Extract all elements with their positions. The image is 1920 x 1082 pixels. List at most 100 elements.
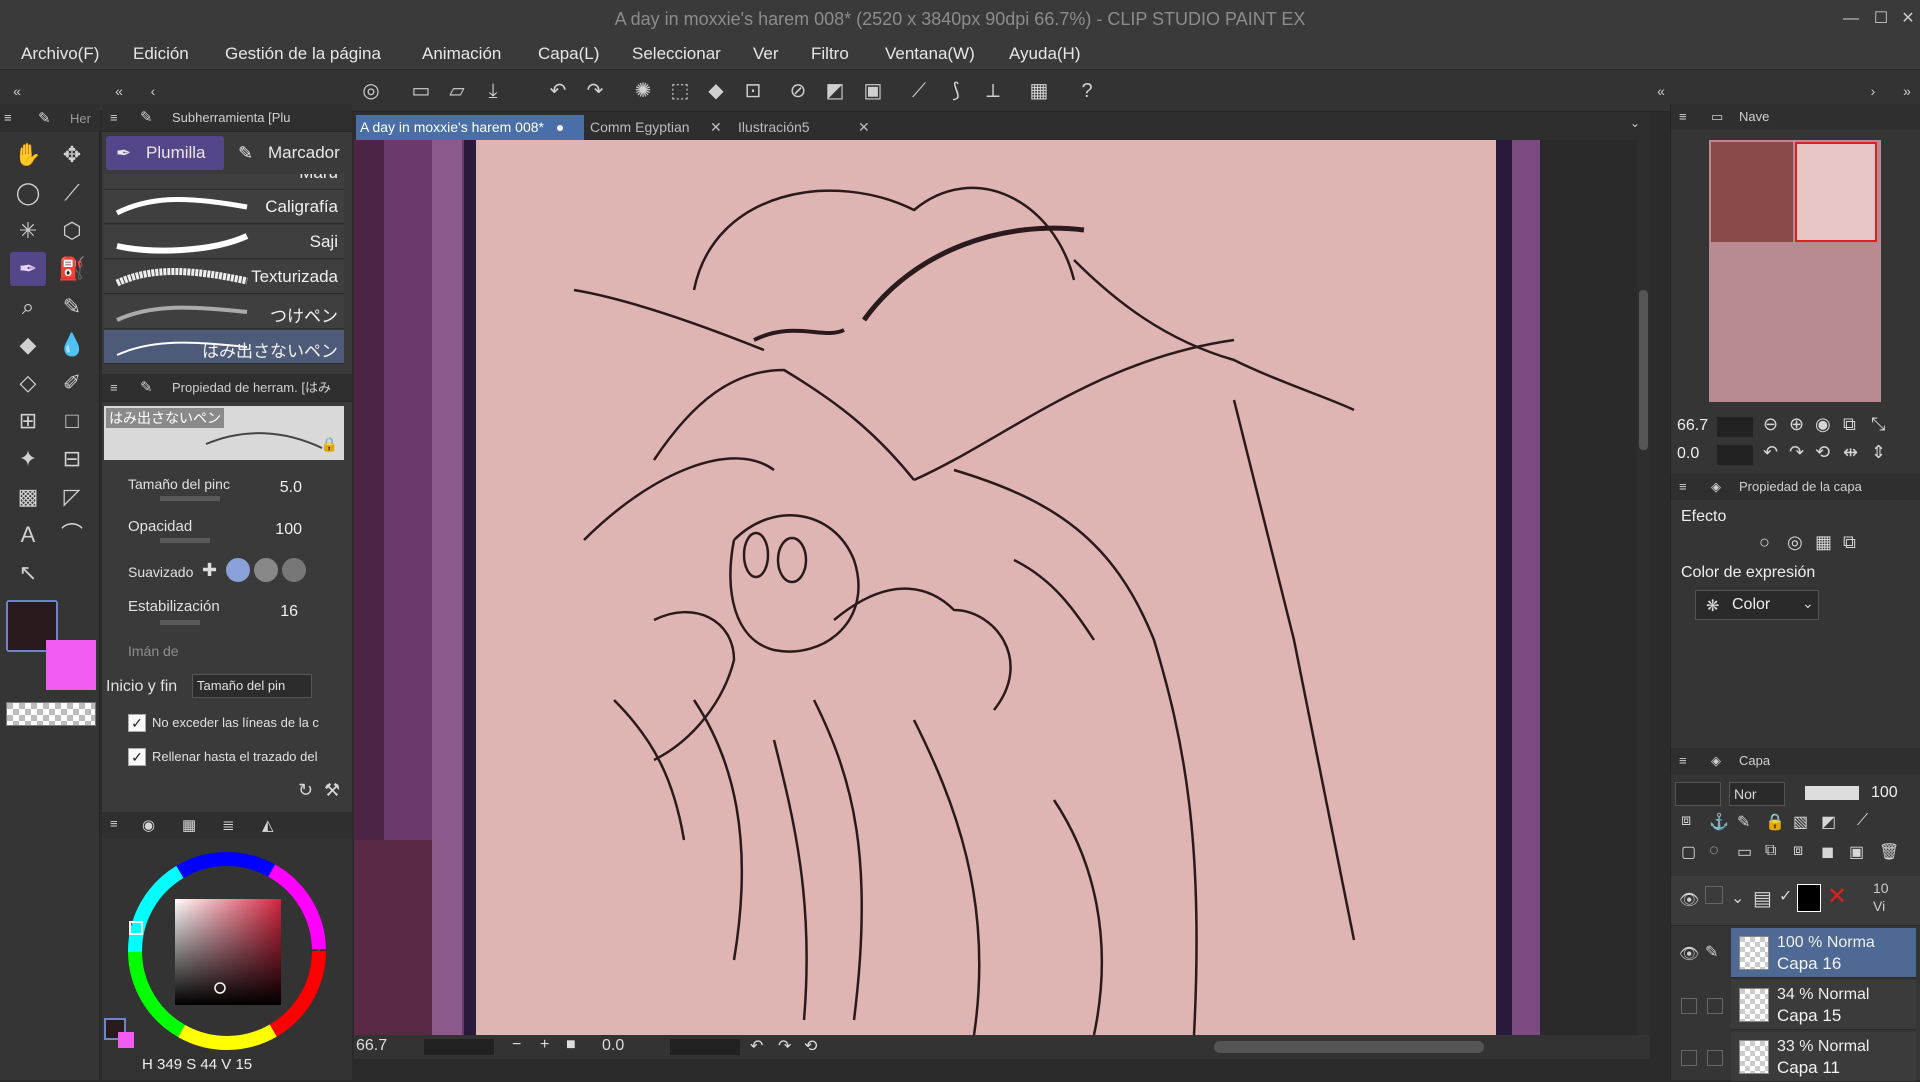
eyedropper-tool-icon[interactable]: ⟋: [54, 176, 90, 210]
clip-layer-icon[interactable]: ⧈: [1681, 812, 1691, 830]
fill-icon[interactable]: ◆: [703, 78, 729, 104]
clip-studio-icon[interactable]: ◎: [358, 78, 384, 104]
close-icon[interactable]: ✕: [710, 115, 722, 140]
layer-row[interactable]: 34 % Normal Capa 15: [1731, 980, 1916, 1030]
redo-icon[interactable]: ↷: [582, 78, 608, 104]
navigator-tab[interactable]: Nave: [1739, 104, 1769, 130]
brush-item-saji[interactable]: Saji: [104, 225, 344, 259]
lock-layer-icon[interactable]: 🔒: [1765, 812, 1785, 832]
chevron-down-icon[interactable]: ⌄: [1731, 888, 1744, 908]
close-button[interactable]: ✕: [1893, 0, 1920, 38]
rotate-right-icon[interactable]: ↷: [1789, 442, 1804, 463]
delete-layer-icon[interactable]: 🗑: [1879, 842, 1899, 862]
layer-color-effect-icon[interactable]: ⧉: [1843, 532, 1856, 553]
intermediate-color-tab-icon[interactable]: ◭: [262, 816, 274, 834]
close-icon[interactable]: ✕: [858, 115, 870, 140]
navigator-angle-value[interactable]: 0.0: [1677, 445, 1699, 463]
stabilization-row[interactable]: Estabilización 16: [102, 594, 342, 628]
actual-size-icon[interactable]: ◉: [1815, 414, 1831, 435]
s-value[interactable]: 44: [200, 1056, 217, 1073]
pen-edit-icon[interactable]: ✎: [1705, 942, 1718, 962]
smoothing-option-icon[interactable]: [226, 558, 250, 582]
magic-wand-tool-icon[interactable]: ✳: [10, 214, 46, 248]
eye-icon[interactable]: 👁: [1679, 944, 1699, 964]
open-file-icon[interactable]: ▱: [444, 78, 470, 104]
reset-rotation-icon[interactable]: ⟲: [1815, 442, 1830, 463]
transfer-down-icon[interactable]: ⧉: [1765, 842, 1776, 860]
merge-down-icon[interactable]: ⧈: [1793, 842, 1803, 860]
settings-wrench-icon[interactable]: ⚒: [324, 780, 340, 801]
start-end-select[interactable]: Tamaño del pin: [192, 674, 312, 698]
lock-transparency-icon[interactable]: ▧: [1793, 812, 1808, 832]
3d-tool-icon[interactable]: ⬡: [54, 214, 90, 248]
smoothing-row[interactable]: Suavizado ✚: [102, 554, 342, 588]
horizontal-scroll-thumb[interactable]: [1214, 1041, 1484, 1053]
flip-vertical-icon[interactable]: ⇕: [1871, 442, 1886, 463]
deselect-icon[interactable]: ⊘: [785, 78, 811, 104]
vertical-scrollbar[interactable]: [1637, 140, 1650, 1035]
mini-sub-color[interactable]: [118, 1032, 134, 1048]
menu-capa[interactable]: Capa(L): [538, 44, 599, 64]
tab-document[interactable]: Ilustración5 ✕: [734, 115, 874, 140]
smoothing-option-icon[interactable]: [254, 558, 278, 582]
artwork-canvas[interactable]: [354, 140, 1650, 1035]
brush-item-caligrafia[interactable]: Caligrafía: [104, 190, 344, 224]
balloon-tool-icon[interactable]: ⌒: [54, 518, 90, 552]
ruler-snap-icon[interactable]: ⟋: [906, 78, 932, 104]
sub-color-swatch[interactable]: [46, 640, 96, 690]
layer-mask-icon[interactable]: ◼: [1821, 842, 1834, 862]
flip-horizontal-icon[interactable]: ⇹: [1843, 442, 1858, 463]
rectangle-tool-icon[interactable]: □: [54, 404, 90, 438]
layer-property-title[interactable]: Propiedad de la capa: [1739, 474, 1862, 500]
layer-opacity-slider[interactable]: [1805, 786, 1859, 800]
mask-icon[interactable]: ◩: [1821, 812, 1836, 832]
tool-panel-tab[interactable]: Her: [70, 111, 91, 126]
color-wheel-tab-icon[interactable]: ◉: [142, 816, 155, 834]
visibility-toggle[interactable]: [1681, 1050, 1697, 1066]
minimize-button[interactable]: —: [1836, 0, 1866, 38]
sparkle-tool-icon[interactable]: ✦: [10, 442, 46, 476]
canvas-area[interactable]: [354, 140, 1650, 1035]
border-effect-icon[interactable]: ○: [1759, 532, 1770, 553]
navigator-preview[interactable]: [1709, 140, 1881, 402]
collapse-icon[interactable]: «: [106, 78, 132, 104]
expand-right-icon[interactable]: »: [1894, 78, 1920, 104]
menu-icon[interactable]: ≡: [1679, 104, 1687, 130]
lasso-tool-icon[interactable]: ◯: [10, 176, 46, 210]
option2-row[interactable]: ✓ Rellenar hasta el trazado del: [102, 740, 342, 774]
navigator-angle-slider[interactable]: [1717, 445, 1753, 465]
zoom-slider[interactable]: [424, 1039, 494, 1055]
menu-edicion[interactable]: Edición: [133, 44, 189, 64]
undo-icon[interactable]: ↶: [545, 78, 571, 104]
clear-selection-icon[interactable]: ⬚: [667, 78, 693, 104]
menu-archivo[interactable]: Archivo(F): [21, 44, 99, 64]
menu-pagina[interactable]: Gestión de la página: [225, 44, 381, 64]
reference-layer-icon[interactable]: ⚓: [1709, 812, 1729, 832]
tab-document-active[interactable]: A day in moxxie's harem 008* ●: [356, 115, 584, 140]
smoothing-option-icon[interactable]: ✚: [202, 560, 217, 581]
menu-icon[interactable]: ≡: [110, 374, 118, 402]
fit-screen-icon[interactable]: ⧉: [1843, 414, 1856, 435]
color-set-tab-icon[interactable]: ▦: [182, 816, 196, 834]
color-slider-tab-icon[interactable]: ≣: [222, 816, 235, 834]
option1-row[interactable]: ✓ No exceder las líneas de la c: [102, 706, 342, 740]
angle-value[interactable]: 0.0: [602, 1037, 624, 1055]
text-tool-icon[interactable]: A: [10, 518, 46, 552]
layer-opacity-value[interactable]: 100: [1871, 784, 1898, 802]
panel-border-tool-icon[interactable]: ⊟: [54, 442, 90, 476]
zoom-out-icon[interactable]: −: [512, 1036, 521, 1054]
scroll-thumb[interactable]: [1639, 290, 1648, 450]
zoom-value[interactable]: 66.7: [356, 1037, 387, 1055]
zoom-tool-icon[interactable]: ⌕: [10, 290, 46, 324]
opacity-slider[interactable]: [160, 538, 210, 543]
layer-folder-row[interactable]: 👁 ⌄ ▤ ✓ ✕ 10 Vi: [1671, 876, 1920, 926]
selection-border-icon[interactable]: ▣: [860, 78, 886, 104]
tone-effect-icon[interactable]: ◎: [1787, 532, 1803, 553]
v-value[interactable]: 15: [235, 1056, 252, 1073]
rotate-left-icon[interactable]: ↶: [750, 1036, 763, 1056]
zoom-in-icon[interactable]: +: [540, 1036, 549, 1054]
menu-filtro[interactable]: Filtro: [811, 44, 849, 64]
tab-plumilla[interactable]: ✒ Plumilla: [106, 136, 224, 170]
menu-icon[interactable]: ≡: [110, 104, 118, 132]
brush-item-tsukepen[interactable]: つけペン: [104, 295, 344, 329]
